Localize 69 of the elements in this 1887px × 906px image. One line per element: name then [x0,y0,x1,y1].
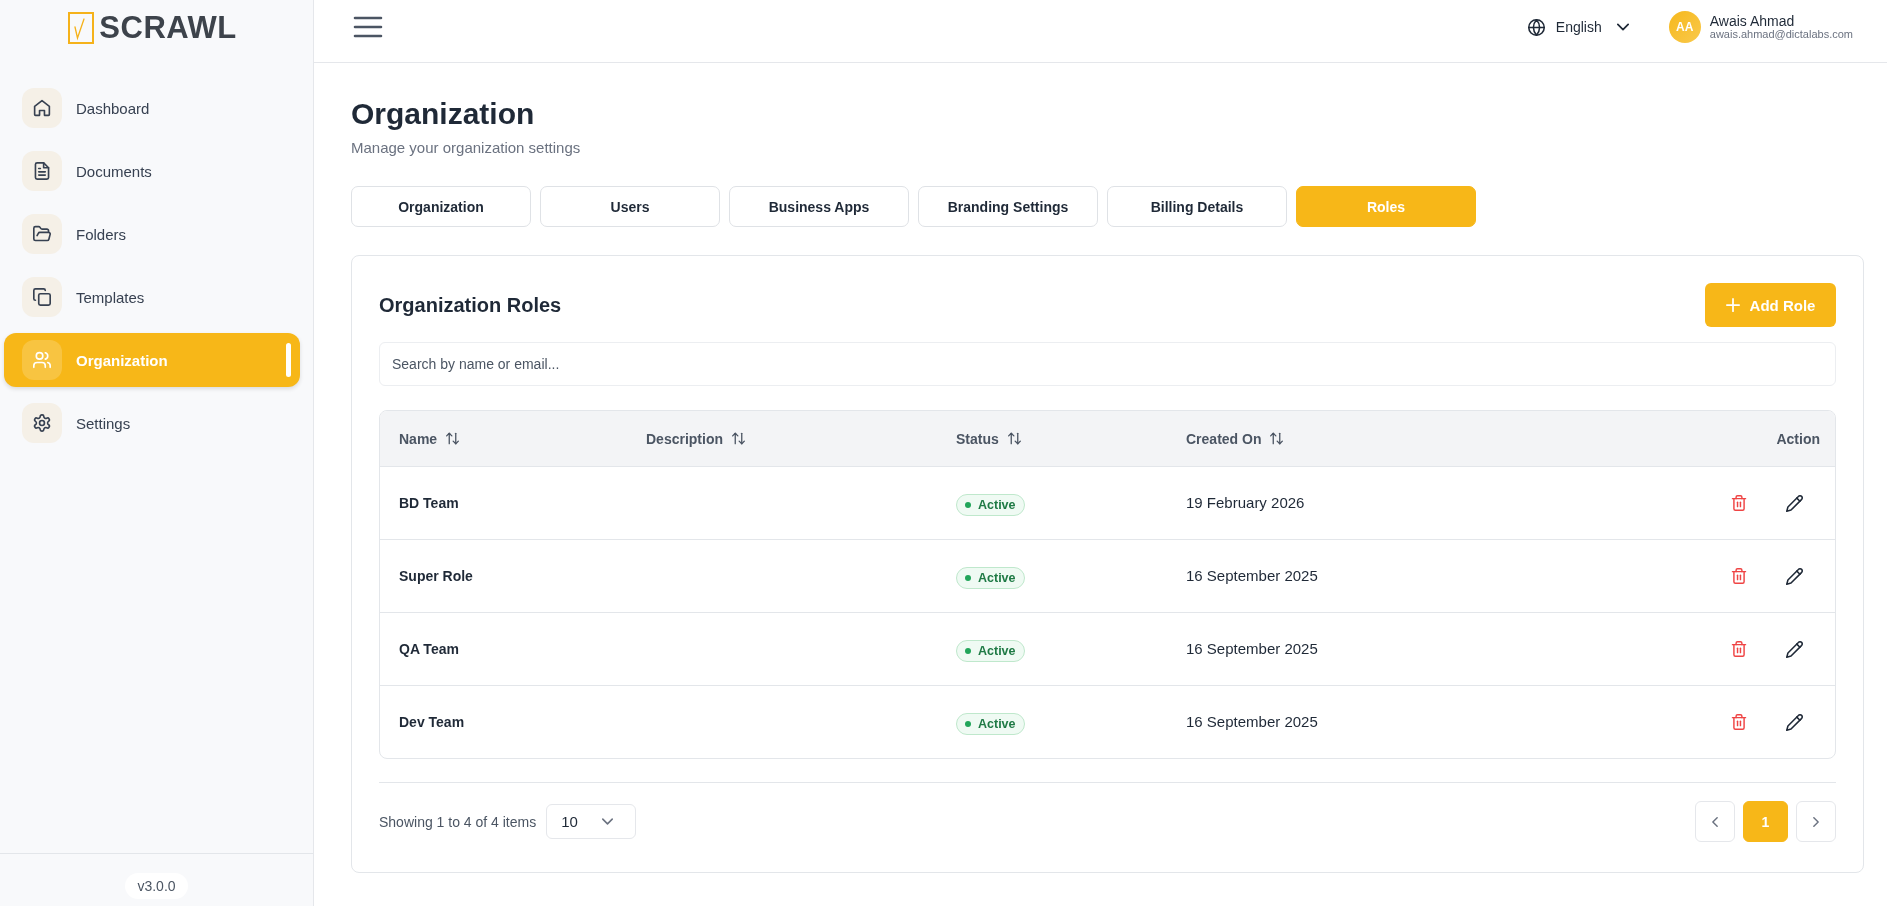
sort-icon[interactable] [1007,432,1021,445]
users-icon [22,340,62,380]
status-text: Active [978,643,1016,658]
version-label: v3.0.0 [125,873,188,899]
sidebar-item[interactable]: Templates [4,270,300,324]
chevron-down-icon [602,816,614,827]
chevron-down-icon [1616,21,1629,33]
tab[interactable]: Branding Settings [918,186,1098,227]
table-cell: 16 September 2025 [1186,713,1318,730]
logo-icon [68,12,95,44]
trash-icon [1731,714,1747,730]
chevron-left-icon [1710,816,1720,827]
globe-icon [1527,18,1545,36]
page-title: Organization [351,96,536,132]
sort-icon[interactable] [1270,432,1284,445]
tab[interactable]: Business Apps [729,186,909,227]
column-header: Action [1776,430,1820,447]
sort-icon[interactable] [732,432,745,445]
pagination-summary: Showing 1 to 4 of 4 items [379,813,537,830]
trash-icon [1731,568,1747,584]
sidebar-item[interactable]: Settings [4,396,300,450]
settings-icon [22,403,62,443]
copy-icon [22,277,62,317]
page-subtitle: Manage your organization settings [351,138,582,158]
column-header: Status [956,430,999,447]
table-cell: BD Team [399,495,459,511]
sidebar-item[interactable]: Folders [4,207,300,261]
trash-icon [1731,641,1747,657]
pencil-icon [1785,567,1803,585]
column-header: Description [646,430,723,447]
search-field[interactable]: Search by name or email... [379,342,1836,386]
menu-icon[interactable] [353,16,383,38]
tab[interactable]: Users [540,186,720,227]
logo-text: SCRAWL [99,12,237,44]
sort-icon[interactable] [446,432,460,445]
chevron-right-icon [1811,816,1821,827]
user-email: awais.ahmad@dictalabs.com [1709,28,1853,41]
tab[interactable]: Billing Details [1107,186,1287,227]
home-icon [22,88,62,128]
card-title: Organization Roles [379,293,562,317]
tab[interactable]: Organization [351,186,531,227]
status-dot-icon [965,574,971,581]
column-header: Created On [1186,430,1262,447]
pencil-icon [1785,713,1803,731]
user-name: Awais Ahmad [1709,13,1796,29]
table-cell: QA Team [399,641,459,657]
sidebar-item[interactable]: Dashboard [4,81,300,135]
pencil-icon [1785,494,1803,512]
table-cell: Super Role [399,568,473,584]
status-dot-icon [965,720,971,727]
status-dot-icon [965,647,971,654]
table-cell: Dev Team [399,714,465,730]
document-icon [22,151,62,191]
active-indicator [286,343,291,377]
trash-icon [1731,495,1747,511]
status-text: Active [978,570,1016,585]
table-cell: 16 September 2025 [1186,640,1318,657]
page-size-select[interactable]: 10 [546,804,637,839]
table-cell: 16 September 2025 [1186,567,1318,584]
status-dot-icon [965,501,971,508]
column-header: Name [399,430,438,447]
plus-icon [1725,298,1740,312]
status-text: Active [978,716,1016,731]
pencil-icon [1785,640,1803,658]
sidebar-item[interactable]: Documents [4,144,300,198]
folder-icon [22,214,62,254]
language-selector[interactable]: English [1527,18,1629,36]
status-text: Active [978,497,1016,512]
table-cell: 19 February 2026 [1186,494,1305,511]
